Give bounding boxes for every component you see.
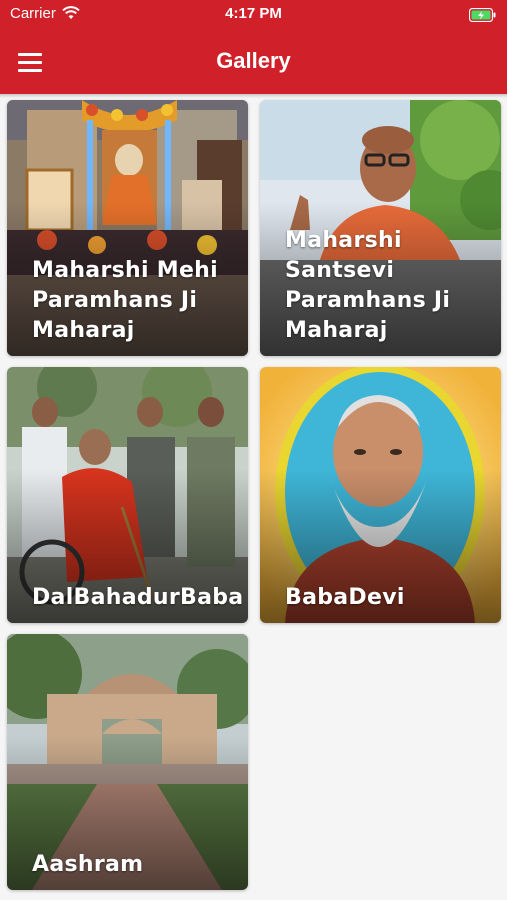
gallery-card-label: DalBahadurBaba: [32, 585, 244, 610]
header-shadow: [0, 94, 507, 98]
app-header: Gallery: [0, 30, 507, 94]
gallery-card-aashram[interactable]: Aashram: [7, 634, 248, 890]
clock-time: 4:17 PM: [225, 5, 282, 22]
gallery-card-maharshi-santsevi[interactable]: Maharshi Santsevi Paramhans Ji Maharaj: [260, 100, 501, 356]
gallery-card-maharshi-mehi[interactable]: Maharshi Mehi Paramhans Ji Maharaj: [7, 100, 248, 356]
status-bar: Carrier 4:17 PM: [0, 0, 507, 30]
gallery-card-babadevi[interactable]: BabaDevi: [260, 367, 501, 623]
battery-charging-icon: [468, 7, 497, 26]
gallery-card-label: Maharshi Santsevi Paramhans Ji Maharaj: [285, 228, 451, 343]
page-title: Gallery: [216, 48, 291, 73]
gallery-card-label: Maharshi Mehi Paramhans Ji Maharaj: [32, 258, 218, 343]
gallery-card-label: Aashram: [32, 852, 144, 877]
gallery-card-label: BabaDevi: [285, 585, 405, 610]
gallery-card-dalbahadurbaba[interactable]: DalBahadurBaba: [7, 367, 248, 623]
